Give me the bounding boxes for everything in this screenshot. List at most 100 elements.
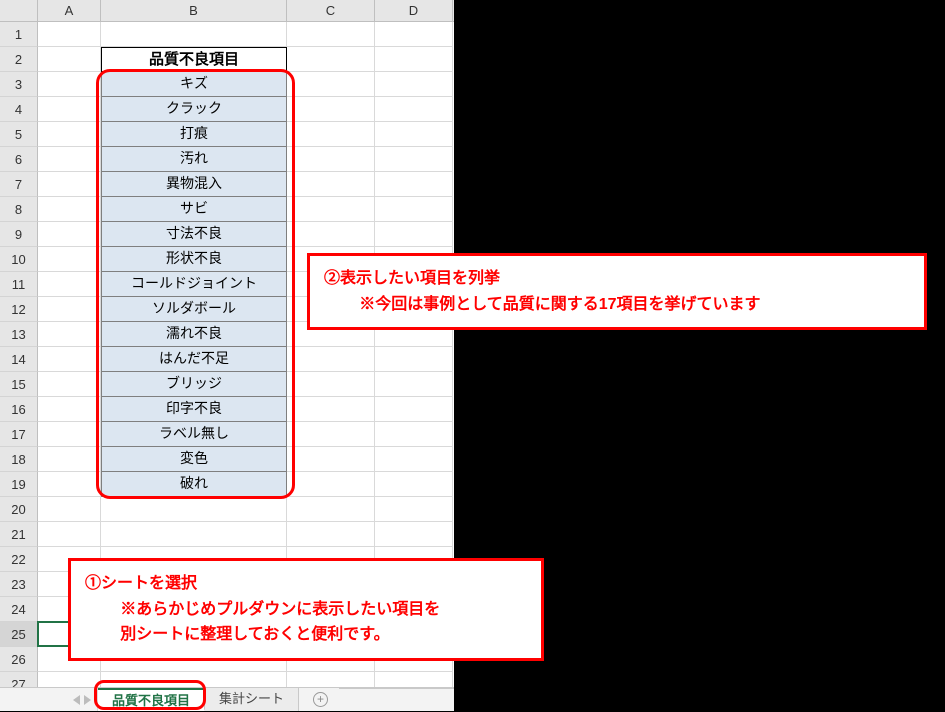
row-header[interactable]: 19 bbox=[0, 472, 38, 497]
cell[interactable] bbox=[38, 422, 101, 447]
row-header[interactable]: 2 bbox=[0, 47, 38, 72]
select-all-corner[interactable] bbox=[0, 0, 38, 21]
cell[interactable] bbox=[38, 472, 101, 497]
list-item[interactable]: ラベル無し bbox=[101, 422, 287, 447]
row-header[interactable]: 15 bbox=[0, 372, 38, 397]
row-header[interactable]: 20 bbox=[0, 497, 38, 522]
list-item[interactable]: はんだ不足 bbox=[101, 347, 287, 372]
row-header[interactable]: 22 bbox=[0, 547, 38, 572]
col-header-C[interactable]: C bbox=[287, 0, 375, 21]
cell[interactable] bbox=[287, 172, 375, 197]
list-item[interactable]: クラック bbox=[101, 97, 287, 122]
cell[interactable] bbox=[38, 297, 101, 322]
list-item[interactable]: 形状不良 bbox=[101, 247, 287, 272]
row-header[interactable]: 6 bbox=[0, 147, 38, 172]
list-item[interactable]: 打痕 bbox=[101, 122, 287, 147]
row-header[interactable]: 5 bbox=[0, 122, 38, 147]
list-item[interactable]: コールドジョイント bbox=[101, 272, 287, 297]
col-header-D[interactable]: D bbox=[375, 0, 453, 21]
tab-nav-left-icon[interactable] bbox=[73, 695, 80, 705]
cell[interactable] bbox=[375, 147, 453, 172]
cell[interactable] bbox=[375, 172, 453, 197]
cell[interactable] bbox=[375, 372, 453, 397]
cell[interactable] bbox=[287, 372, 375, 397]
row-header[interactable]: 18 bbox=[0, 447, 38, 472]
table-header[interactable]: 品質不良項目 bbox=[101, 47, 287, 72]
list-item[interactable]: 寸法不良 bbox=[101, 222, 287, 247]
cell[interactable] bbox=[101, 22, 287, 47]
cell[interactable] bbox=[287, 222, 375, 247]
cell[interactable] bbox=[287, 472, 375, 497]
add-sheet-button[interactable]: + bbox=[299, 688, 339, 711]
row-header[interactable]: 1 bbox=[0, 22, 38, 47]
cell[interactable] bbox=[101, 522, 287, 547]
cell[interactable] bbox=[375, 447, 453, 472]
cell[interactable] bbox=[375, 472, 453, 497]
list-item[interactable]: ソルダボール bbox=[101, 297, 287, 322]
cell[interactable] bbox=[38, 22, 101, 47]
cell[interactable] bbox=[375, 122, 453, 147]
list-item[interactable]: 印字不良 bbox=[101, 397, 287, 422]
row-header[interactable]: 25 bbox=[0, 622, 38, 647]
cell[interactable] bbox=[287, 447, 375, 472]
cell[interactable] bbox=[38, 347, 101, 372]
cell[interactable] bbox=[287, 47, 375, 72]
cell[interactable] bbox=[38, 322, 101, 347]
row-header[interactable]: 16 bbox=[0, 397, 38, 422]
cell[interactable] bbox=[375, 197, 453, 222]
list-item[interactable]: ブリッジ bbox=[101, 372, 287, 397]
cell[interactable] bbox=[375, 497, 453, 522]
cell[interactable] bbox=[287, 522, 375, 547]
cell[interactable] bbox=[38, 272, 101, 297]
cell[interactable] bbox=[375, 522, 453, 547]
cell[interactable] bbox=[38, 497, 101, 522]
row-header[interactable]: 3 bbox=[0, 72, 38, 97]
cell[interactable] bbox=[375, 97, 453, 122]
list-item[interactable]: サビ bbox=[101, 197, 287, 222]
cell[interactable] bbox=[375, 47, 453, 72]
cell[interactable] bbox=[38, 47, 101, 72]
cell[interactable] bbox=[375, 22, 453, 47]
row-header[interactable]: 23 bbox=[0, 572, 38, 597]
cell[interactable] bbox=[38, 172, 101, 197]
cell[interactable] bbox=[287, 97, 375, 122]
row-header[interactable]: 7 bbox=[0, 172, 38, 197]
list-item[interactable]: 変色 bbox=[101, 447, 287, 472]
cell[interactable] bbox=[38, 222, 101, 247]
cell[interactable] bbox=[287, 72, 375, 97]
cell[interactable] bbox=[287, 197, 375, 222]
cell[interactable] bbox=[287, 422, 375, 447]
cell[interactable] bbox=[287, 347, 375, 372]
cell[interactable] bbox=[38, 197, 101, 222]
sheet-tab-active[interactable]: 品質不良項目 bbox=[98, 688, 205, 711]
list-item[interactable]: 濡れ不良 bbox=[101, 322, 287, 347]
cell[interactable] bbox=[375, 72, 453, 97]
cell[interactable] bbox=[38, 122, 101, 147]
row-header[interactable]: 26 bbox=[0, 647, 38, 672]
cell[interactable] bbox=[38, 397, 101, 422]
cell[interactable] bbox=[38, 72, 101, 97]
col-header-A[interactable]: A bbox=[38, 0, 101, 21]
row-header[interactable]: 10 bbox=[0, 247, 38, 272]
row-header[interactable]: 4 bbox=[0, 97, 38, 122]
cell[interactable] bbox=[101, 497, 287, 522]
cell[interactable] bbox=[375, 422, 453, 447]
cell[interactable] bbox=[287, 497, 375, 522]
list-item[interactable]: 破れ bbox=[101, 472, 287, 497]
row-header[interactable]: 8 bbox=[0, 197, 38, 222]
cell[interactable] bbox=[287, 22, 375, 47]
row-header[interactable]: 12 bbox=[0, 297, 38, 322]
row-header[interactable]: 9 bbox=[0, 222, 38, 247]
cell[interactable] bbox=[287, 122, 375, 147]
cell[interactable] bbox=[287, 397, 375, 422]
list-item[interactable]: キズ bbox=[101, 72, 287, 97]
cell[interactable] bbox=[287, 147, 375, 172]
col-header-B[interactable]: B bbox=[101, 0, 287, 21]
list-item[interactable]: 汚れ bbox=[101, 147, 287, 172]
tab-nav-right-icon[interactable] bbox=[84, 695, 91, 705]
cell[interactable] bbox=[375, 347, 453, 372]
row-header[interactable]: 21 bbox=[0, 522, 38, 547]
row-header[interactable]: 13 bbox=[0, 322, 38, 347]
cell[interactable] bbox=[38, 372, 101, 397]
cell[interactable] bbox=[38, 247, 101, 272]
